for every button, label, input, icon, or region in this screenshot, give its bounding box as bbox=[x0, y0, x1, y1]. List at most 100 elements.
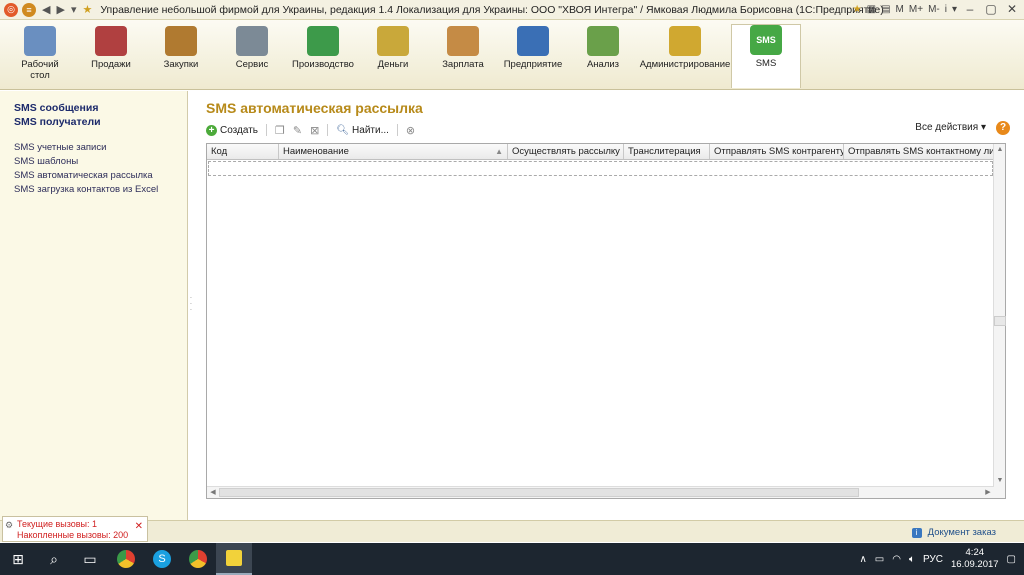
list-toolbar: + Создать ❐ ✎ ⊠ 🔍︎ Найти... ⊗ bbox=[206, 121, 1010, 139]
window-title: Управление небольшой фирмой для Украины,… bbox=[100, 3, 884, 16]
search-icon[interactable]: ⌕ bbox=[36, 543, 72, 575]
chrome-icon[interactable] bbox=[180, 543, 216, 575]
page-title: SMS автоматическая рассылка bbox=[206, 100, 423, 116]
ribbon-item[interactable]: Анализ bbox=[568, 26, 638, 70]
ribbon-item[interactable]: Закупки bbox=[146, 26, 216, 70]
ribbon-item[interactable]: Зарплата bbox=[428, 26, 498, 70]
all-actions-menu[interactable]: Все действия ▾ bbox=[915, 122, 986, 133]
chart-icon bbox=[587, 26, 619, 56]
find-button[interactable]: 🔍︎ Найти... bbox=[336, 125, 389, 136]
close-button[interactable]: ✕ bbox=[1004, 2, 1020, 16]
ribbon-item-label: Предприятие bbox=[503, 59, 563, 70]
scroll-down-icon[interactable]: ▼ bbox=[994, 477, 1006, 484]
ribbon-item[interactable]: Продажи bbox=[76, 26, 146, 70]
ribbon-item[interactable]: Деньги bbox=[358, 26, 428, 70]
os-taskbar: ⊞ ⌕ ▭ S ∧ ▭ ◠ 🔈︎ РУС 4:24 16.09.2017 ▢ bbox=[0, 543, 1024, 575]
bookmark-star-icon[interactable]: ★ bbox=[853, 4, 862, 15]
sidebar-item-sms-auto-mailing[interactable]: SMS автоматическая рассылка bbox=[0, 169, 187, 183]
sidebar-item-sms-messages[interactable]: SMS сообщения bbox=[0, 101, 187, 115]
column-header-send-to-contact[interactable]: Отправлять SMS контактному лицу ко bbox=[844, 144, 994, 159]
vertical-scrollbar[interactable]: ▲ ▼ bbox=[993, 144, 1006, 498]
clock[interactable]: 4:24 16.09.2017 bbox=[951, 547, 999, 571]
sidebar-item-sms-accounts[interactable]: SMS учетные записи bbox=[0, 141, 187, 155]
copy-icon[interactable]: ❐ bbox=[275, 124, 285, 137]
ribbon-item-label: Администрирование bbox=[639, 59, 731, 70]
ribbon-item[interactable]: SMS SMS bbox=[731, 24, 801, 88]
windows-start-icon[interactable]: ⊞ bbox=[0, 543, 36, 575]
memory-plus-button[interactable]: M+ bbox=[909, 4, 923, 15]
column-header-name[interactable]: Наименование ▲ bbox=[279, 144, 508, 159]
panel-splitter[interactable]: · · · bbox=[188, 294, 194, 315]
volume-icon[interactable]: 🔈︎ bbox=[909, 554, 915, 565]
wifi-icon[interactable]: ◠ bbox=[892, 554, 901, 565]
column-header-send-to-counterparty[interactable]: Отправлять SMS контрагенту bbox=[710, 144, 844, 159]
app-logo-icon[interactable]: ◎ bbox=[4, 2, 18, 17]
table-header: Код Наименование ▲ Осуществлять рассылку… bbox=[207, 144, 994, 160]
edit-pencil-icon[interactable]: ✎ bbox=[293, 124, 302, 137]
sidebar-item-sms-import-excel[interactable]: SMS загрузка контактов из Excel bbox=[0, 183, 187, 197]
create-button[interactable]: + Создать bbox=[206, 124, 259, 136]
accumulated-calls-text: Накопленные вызовы: 200 bbox=[17, 530, 129, 540]
sidebar-item-sms-recipients[interactable]: SMS получатели bbox=[0, 115, 187, 129]
delete-mark-icon[interactable]: ⊠ bbox=[310, 124, 319, 137]
clock-time: 4:24 bbox=[965, 547, 985, 558]
ribbon-item-label: Рабочий стол bbox=[21, 59, 59, 81]
calendar-icon[interactable]: ▤ bbox=[881, 4, 890, 15]
chrome-icon[interactable] bbox=[108, 543, 144, 575]
ribbon-item[interactable]: Производство bbox=[288, 26, 358, 70]
table-row-empty[interactable] bbox=[208, 161, 993, 176]
ribbon-item-label: Анализ bbox=[586, 59, 620, 70]
section-ribbon: Рабочий стол Продажи Закупки Сервис Производ… bbox=[0, 20, 1024, 90]
document-status-link[interactable]: i Документ заказ bbox=[911, 527, 996, 538]
column-header-name-label: Наименование bbox=[283, 146, 349, 157]
cart-icon bbox=[95, 26, 127, 56]
forward-icon[interactable]: ▶ bbox=[56, 3, 64, 16]
help-icon[interactable]: ? bbox=[996, 121, 1010, 135]
create-button-label: Создать bbox=[220, 124, 259, 136]
dropdown-icon[interactable]: ▾ bbox=[71, 3, 77, 16]
mailing-list-table: Код Наименование ▲ Осуществлять рассылку… bbox=[206, 143, 1006, 499]
ribbon-item-label: Сервис bbox=[235, 59, 269, 70]
column-header-transliteration[interactable]: Транслитерация bbox=[624, 144, 710, 159]
ribbon-item[interactable]: Администрирование bbox=[638, 26, 732, 70]
cancel-search-icon[interactable]: ⊗ bbox=[406, 124, 415, 137]
ribbon-item[interactable]: Рабочий стол bbox=[5, 26, 75, 81]
1c-enterprise-icon[interactable] bbox=[216, 543, 252, 575]
scroll-thumb[interactable] bbox=[994, 316, 1006, 326]
database-icon bbox=[669, 26, 701, 56]
sms-icon: SMS bbox=[750, 25, 782, 55]
ribbon-item[interactable]: Предприятие bbox=[498, 26, 568, 70]
memory-minus-button[interactable]: M- bbox=[928, 4, 940, 15]
dropdown-icon[interactable]: ▾ bbox=[952, 4, 957, 15]
ribbon-item[interactable]: Сервис bbox=[217, 26, 287, 70]
skype-icon[interactable]: S bbox=[144, 543, 180, 575]
scroll-right-icon[interactable]: ▶ bbox=[982, 488, 994, 496]
scroll-up-icon[interactable]: ▲ bbox=[994, 146, 1006, 153]
show-hidden-icons-icon[interactable]: ∧ bbox=[859, 554, 866, 565]
horizontal-scrollbar[interactable]: ◀ ▶ bbox=[207, 486, 994, 498]
back-icon[interactable]: ◀ bbox=[42, 3, 50, 16]
info-button[interactable]: i bbox=[945, 4, 947, 15]
menu-icon[interactable]: ≡ bbox=[22, 2, 36, 17]
battery-icon[interactable]: ▭ bbox=[875, 554, 884, 565]
title-bar-controls: ★ ▦ ▤ M M+ M- i ▾ – ▢ ✕ bbox=[853, 2, 1020, 16]
memory-button[interactable]: M bbox=[896, 4, 904, 15]
ribbon-item-label: SMS bbox=[755, 58, 777, 69]
sidebar-item-sms-templates[interactable]: SMS шаблоны bbox=[0, 155, 187, 169]
ribbon-item-label: Продажи bbox=[91, 59, 131, 70]
navigation-panel: SMS сообщения SMS получатели SMS учетные… bbox=[0, 91, 188, 520]
horizontal-scroll-thumb[interactable] bbox=[219, 488, 859, 497]
language-indicator[interactable]: РУС bbox=[923, 554, 943, 565]
task-view-icon[interactable]: ▭ bbox=[72, 543, 108, 575]
minimize-button[interactable]: – bbox=[962, 2, 978, 16]
maximize-button[interactable]: ▢ bbox=[983, 2, 999, 16]
history-icon[interactable]: ▦ bbox=[867, 4, 876, 15]
calls-icon: ⚙ bbox=[5, 520, 14, 530]
column-header-do-mailing[interactable]: Осуществлять рассылку bbox=[508, 144, 624, 159]
person-icon bbox=[447, 26, 479, 56]
scroll-left-icon[interactable]: ◀ bbox=[207, 488, 219, 496]
favorites-star-icon[interactable]: ★ bbox=[82, 3, 92, 16]
close-icon[interactable]: ✕ bbox=[135, 521, 143, 532]
notifications-icon[interactable]: ▢ bbox=[1007, 554, 1016, 565]
column-header-code[interactable]: Код bbox=[207, 144, 279, 159]
